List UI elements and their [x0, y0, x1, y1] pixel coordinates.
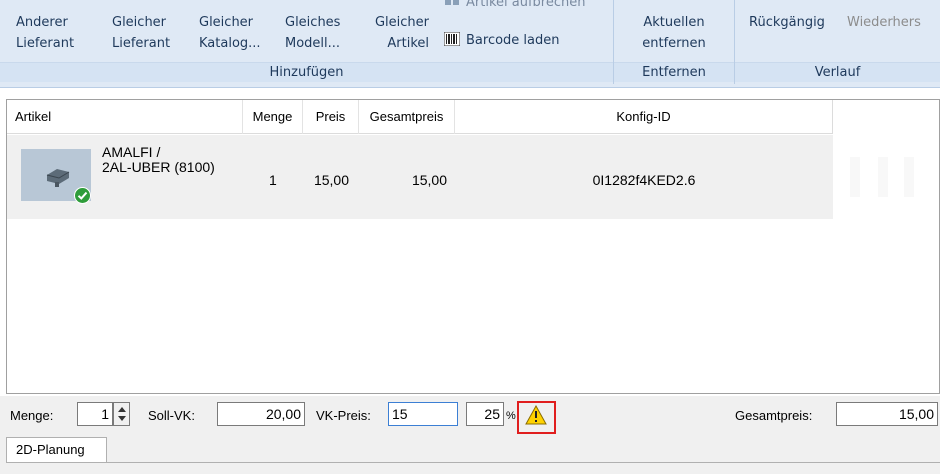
barcode-load-label: Barcode laden [466, 33, 560, 48]
row-side-panel [834, 135, 939, 219]
price-edit-bar: Menge: 1 Soll-VK: 20,00 VK-Preis: 15 25 … [0, 396, 940, 434]
same-catalog-button[interactable]: Gleicher Katalog... [199, 12, 261, 54]
ribbon-group-history: Rückgängig Wiederhers Verlauf [735, 0, 940, 84]
ribbon-group-remove: Aktuellen entfernen Entfernen [614, 0, 735, 84]
target-price-input[interactable]: 20,00 [217, 402, 305, 426]
ribbon-group-add-label: Hinzufügen [0, 62, 613, 82]
ribbon-group-add: Anderer Lieferant Gleicher Lieferant Gle… [0, 0, 614, 84]
target-price-label: Soll-VK: [148, 408, 195, 423]
redo-button[interactable]: Wiederhers [847, 12, 921, 33]
cell-gesamtpreis: 15,00 [411, 172, 447, 188]
cell-preis: 15,00 [313, 172, 349, 188]
column-header-konfig-id[interactable]: Konfig-ID [455, 100, 833, 134]
split-article-button[interactable]: Artikel aufbrechen [444, 0, 585, 12]
article-grid[interactable]: Artikel Menge Preis Gesamtpreis Konfig-I… [6, 99, 940, 394]
quantity-stepper[interactable] [113, 402, 130, 426]
same-supplier-button[interactable]: Gleicher Lieferant [112, 12, 170, 54]
barcode-load-button[interactable]: Barcode laden [443, 31, 560, 50]
same-article-button[interactable]: Gleicher Artikel [366, 12, 429, 54]
column-header-preis[interactable]: Preis [303, 100, 359, 134]
other-supplier-button[interactable]: Anderer Lieferant [16, 12, 74, 54]
barcode-icon [443, 31, 461, 47]
cell-menge: 1 [269, 172, 277, 188]
remove-current-button[interactable]: Aktuellen entfernen [614, 12, 734, 54]
tab-strip: 2D-Planung [0, 434, 940, 474]
column-header-gesamtpreis[interactable]: Gesamtpreis [359, 100, 455, 134]
percent-sign: % [506, 410, 516, 422]
column-header-artikel[interactable]: Artikel [7, 100, 243, 134]
total-price-label: Gesamtpreis: [735, 408, 813, 423]
check-icon [74, 187, 91, 204]
quantity-label: Menge: [10, 408, 54, 423]
column-header-menge[interactable]: Menge [243, 100, 303, 134]
total-price-field: 15,00 [836, 402, 938, 426]
discount-percent-input[interactable]: 25 [466, 402, 504, 426]
ribbon: Anderer Lieferant Gleicher Lieferant Gle… [0, 0, 940, 88]
app-window: Anderer Lieferant Gleicher Lieferant Gle… [0, 0, 940, 474]
cell-konfig-id: 0I1282f4KED2.6 [592, 172, 696, 188]
undo-button[interactable]: Rückgängig [749, 12, 825, 33]
quantity-input[interactable]: 1 [77, 402, 113, 426]
grid-header: Artikel Menge Preis Gesamtpreis Konfig-I… [7, 100, 833, 134]
ribbon-group-history-label: Verlauf [735, 62, 940, 82]
split-article-label: Artikel aufbrechen [466, 0, 586, 10]
sale-price-input[interactable]: 15 [388, 402, 458, 426]
sale-price-label: VK-Preis: [316, 408, 371, 423]
split-article-icon [444, 0, 460, 8]
warning-highlight [517, 401, 556, 434]
tab-2d-planning[interactable]: 2D-Planung [6, 437, 107, 462]
same-model-button[interactable]: Gleiches Modell... [285, 12, 340, 54]
cell-artikel: AMALFI / 2AL-UBER (8100) [102, 144, 215, 175]
table-row[interactable]: AMALFI / 2AL-UBER (8100) 1 15,00 15,00 0… [7, 135, 833, 219]
ribbon-group-remove-label: Entfernen [614, 62, 734, 82]
tab-strip-line [6, 462, 940, 463]
